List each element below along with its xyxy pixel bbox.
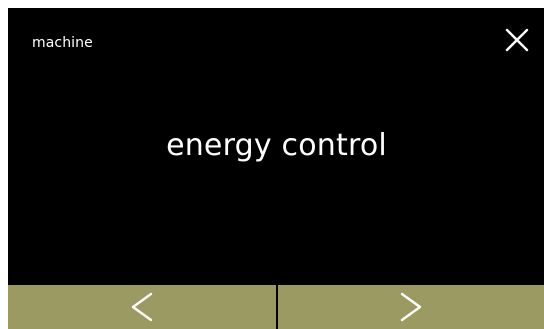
previous-button[interactable] bbox=[8, 285, 278, 329]
next-button[interactable] bbox=[277, 285, 544, 329]
bottom-navigation bbox=[8, 285, 544, 329]
chevron-left-icon bbox=[131, 292, 152, 322]
machine-screen: machine energy control bbox=[8, 8, 544, 329]
close-icon bbox=[505, 28, 529, 52]
chevron-right-icon bbox=[401, 292, 422, 322]
energy-control-label: energy control bbox=[166, 128, 387, 163]
screen-title: machine bbox=[32, 35, 93, 51]
close-button[interactable] bbox=[503, 26, 531, 54]
